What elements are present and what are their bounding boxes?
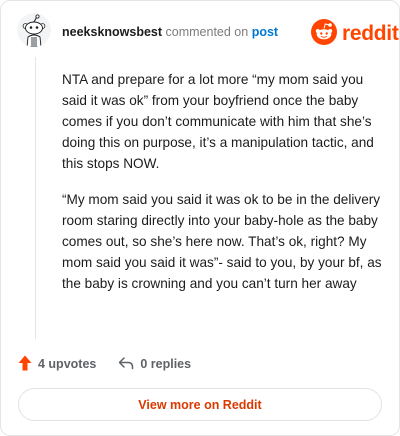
reply-button[interactable]: 0 replies bbox=[118, 356, 191, 373]
upvote-arrow-icon bbox=[18, 355, 38, 374]
reply-count: 0 replies bbox=[140, 357, 192, 371]
comment-paragraph: NTA and prepare for a lot more “my mom s… bbox=[62, 72, 374, 171]
action-text: commented on bbox=[165, 25, 249, 39]
embedded-comment-card: neeksknowsbest commented on post reddit … bbox=[0, 0, 400, 436]
comment-header: neeksknowsbest commented on post bbox=[62, 25, 278, 39]
username[interactable]: neeksknowsbest bbox=[62, 25, 162, 39]
upvote-count: 4 upvotes bbox=[38, 357, 97, 371]
reddit-logo[interactable]: reddit bbox=[311, 18, 399, 50]
thread-line bbox=[35, 57, 36, 339]
reddit-logo-text: reddit bbox=[342, 22, 399, 45]
comment-actions: 4 upvotes 0 replies bbox=[18, 354, 191, 374]
view-more-button[interactable]: View more on Reddit bbox=[18, 388, 382, 421]
user-avatar[interactable] bbox=[17, 13, 51, 47]
reddit-logo-icon bbox=[311, 18, 337, 50]
post-link[interactable]: post bbox=[252, 25, 278, 39]
comment-paragraph: “My mom said you said it was ok to be in… bbox=[62, 192, 382, 291]
upvote-button[interactable]: 4 upvotes bbox=[18, 355, 96, 374]
reply-arrow-icon bbox=[118, 356, 140, 373]
comment-body: NTA and prepare for a lot more “my mom s… bbox=[62, 69, 382, 309]
